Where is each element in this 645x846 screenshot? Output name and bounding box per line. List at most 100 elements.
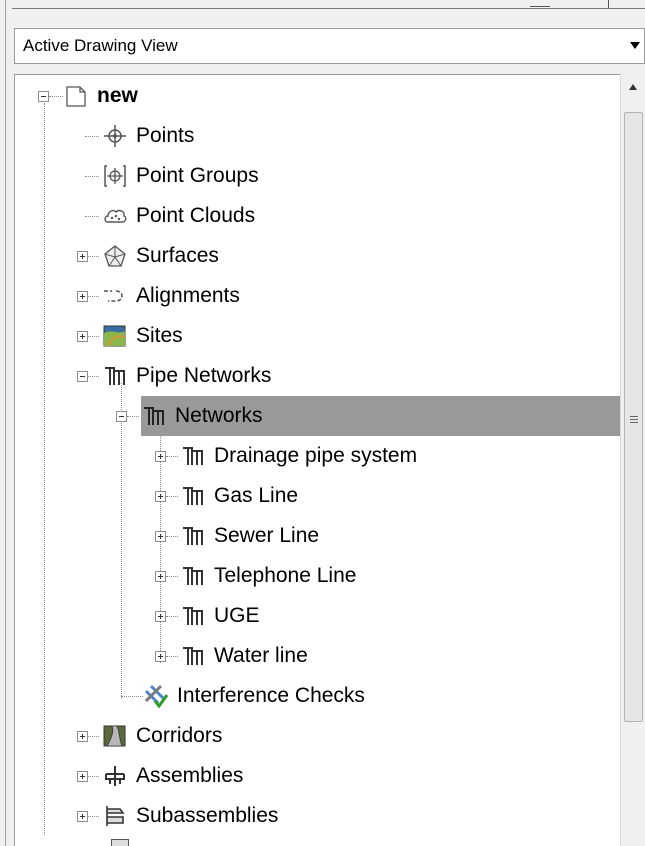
prospector-tree[interactable]: new Points Point Groups Point Clouds Sur… bbox=[14, 74, 645, 846]
tree-connector bbox=[85, 176, 99, 177]
surface-icon bbox=[102, 243, 128, 269]
site-icon bbox=[102, 323, 128, 349]
tree-item-corridors[interactable]: Corridors bbox=[102, 716, 222, 756]
scrollbar-thumb[interactable] bbox=[624, 112, 643, 722]
tree-item-telephone-line[interactable]: Telephone Line bbox=[180, 556, 356, 596]
collapse-toggle-pipe-networks[interactable] bbox=[77, 371, 88, 382]
tree-item-networks[interactable]: Networks bbox=[141, 396, 620, 436]
expand-toggle-uge[interactable] bbox=[155, 611, 166, 622]
tree-line-root bbox=[44, 103, 45, 835]
tree-connector bbox=[87, 376, 99, 377]
tree-connector bbox=[87, 256, 99, 257]
tree-connector bbox=[166, 616, 178, 617]
expand-toggle-gas-line[interactable] bbox=[155, 491, 166, 502]
tree-item-root[interactable]: new bbox=[63, 76, 138, 116]
pipe-network-icon bbox=[180, 523, 206, 549]
tree-connector bbox=[49, 96, 63, 97]
tree-item-point-groups[interactable]: Point Groups bbox=[102, 156, 259, 196]
tree-item-label: Sewer Line bbox=[214, 524, 320, 547]
collapse-toggle-root[interactable] bbox=[38, 91, 49, 102]
chevron-down-icon[interactable] bbox=[630, 42, 640, 49]
corridor-icon bbox=[102, 723, 128, 749]
collapse-toggle-networks[interactable] bbox=[116, 411, 127, 422]
pipe-network-icon bbox=[180, 563, 206, 589]
tree-item-label: UGE bbox=[214, 604, 260, 627]
top-divider bbox=[12, 8, 645, 9]
expand-toggle-corridors[interactable] bbox=[77, 731, 88, 742]
expand-toggle-surfaces[interactable] bbox=[77, 251, 88, 262]
pipe-network-icon bbox=[102, 363, 128, 389]
left-border bbox=[5, 0, 6, 846]
tree-item-surfaces[interactable]: Surfaces bbox=[102, 236, 219, 276]
tree-connector bbox=[85, 136, 99, 137]
tree-item-label: Points bbox=[136, 124, 195, 147]
grip-line bbox=[630, 422, 638, 423]
tree-item-label: Networks bbox=[175, 404, 263, 427]
tree-item-gas-line[interactable]: Gas Line bbox=[180, 476, 298, 516]
tree-item-sites[interactable]: Sites bbox=[102, 316, 183, 356]
expand-toggle-water-line[interactable] bbox=[155, 651, 166, 662]
tree-item-label: Subassemblies bbox=[136, 804, 279, 827]
alignment-icon bbox=[102, 283, 128, 309]
tree-connector bbox=[85, 216, 99, 217]
interference-check-icon bbox=[143, 683, 169, 709]
expand-toggle-subassemblies[interactable] bbox=[77, 811, 88, 822]
pipe-network-icon bbox=[180, 483, 206, 509]
subassembly-icon bbox=[102, 803, 128, 829]
pipe-network-icon bbox=[141, 403, 167, 429]
tree-item-label: Pipe Networks bbox=[136, 364, 272, 387]
tree-item-subassemblies[interactable]: Subassemblies bbox=[102, 796, 278, 836]
tree-item-label: Point Groups bbox=[136, 164, 259, 187]
pipe-network-icon bbox=[180, 603, 206, 629]
document-icon bbox=[63, 83, 89, 109]
tree-item-label: Surfaces bbox=[136, 244, 219, 267]
point-icon bbox=[102, 123, 128, 149]
tree-item-water-line[interactable]: Water line bbox=[180, 636, 308, 676]
minimize-mark bbox=[530, 0, 550, 7]
tree-item-drainage-pipe-system[interactable]: Drainage pipe system bbox=[180, 436, 417, 476]
tree-item-label: Gas Line bbox=[214, 484, 299, 507]
tree-item-label: Drainage pipe system bbox=[214, 444, 418, 467]
tree-connector bbox=[166, 496, 178, 497]
tree-item-label: Interference Checks bbox=[177, 684, 365, 707]
tree-item-label: Assemblies bbox=[136, 764, 244, 787]
partial-tree-icon bbox=[111, 839, 129, 846]
tree-item-label: Corridors bbox=[136, 724, 223, 747]
point-group-icon bbox=[102, 163, 128, 189]
tree-connector bbox=[166, 456, 178, 457]
expand-toggle-telephone-line[interactable] bbox=[155, 571, 166, 582]
tree-connector bbox=[121, 696, 143, 697]
pipe-network-icon bbox=[180, 443, 206, 469]
expand-toggle-alignments[interactable] bbox=[77, 291, 88, 302]
view-dropdown-value: Active Drawing View bbox=[23, 36, 178, 55]
tree-item-point-clouds[interactable]: Point Clouds bbox=[102, 196, 255, 236]
expand-toggle-sewer-line[interactable] bbox=[155, 531, 166, 542]
grip-line bbox=[630, 416, 638, 417]
tree-item-label: new bbox=[97, 84, 138, 107]
tree-connector bbox=[127, 416, 139, 417]
tree-item-label: Point Clouds bbox=[136, 204, 256, 227]
point-cloud-icon bbox=[102, 203, 128, 229]
assembly-icon bbox=[102, 763, 128, 789]
tree-item-interference-checks[interactable]: Interference Checks bbox=[143, 676, 365, 716]
tree-item-uge[interactable]: UGE bbox=[180, 596, 260, 636]
tree-connector bbox=[87, 336, 99, 337]
vertical-scrollbar[interactable] bbox=[620, 74, 645, 846]
tree-item-alignments[interactable]: Alignments bbox=[102, 276, 240, 316]
expand-toggle-drainage[interactable] bbox=[155, 451, 166, 462]
expand-toggle-sites[interactable] bbox=[77, 331, 88, 342]
grip-line bbox=[630, 419, 638, 420]
tree-connector bbox=[87, 776, 99, 777]
view-dropdown[interactable]: Active Drawing View bbox=[14, 28, 645, 64]
tree-connector bbox=[87, 296, 99, 297]
tree-item-assemblies[interactable]: Assemblies bbox=[102, 756, 243, 796]
tree-connector bbox=[166, 536, 178, 537]
tree-connector bbox=[87, 736, 99, 737]
tree-item-pipe-networks[interactable]: Pipe Networks bbox=[102, 356, 271, 396]
tree-item-points[interactable]: Points bbox=[102, 116, 194, 156]
expand-toggle-assemblies[interactable] bbox=[77, 771, 88, 782]
scroll-up-arrow-icon[interactable] bbox=[629, 84, 637, 90]
tree-item-label: Telephone Line bbox=[214, 564, 357, 587]
tree-item-label: Sites bbox=[136, 324, 183, 347]
tree-item-sewer-line[interactable]: Sewer Line bbox=[180, 516, 319, 556]
